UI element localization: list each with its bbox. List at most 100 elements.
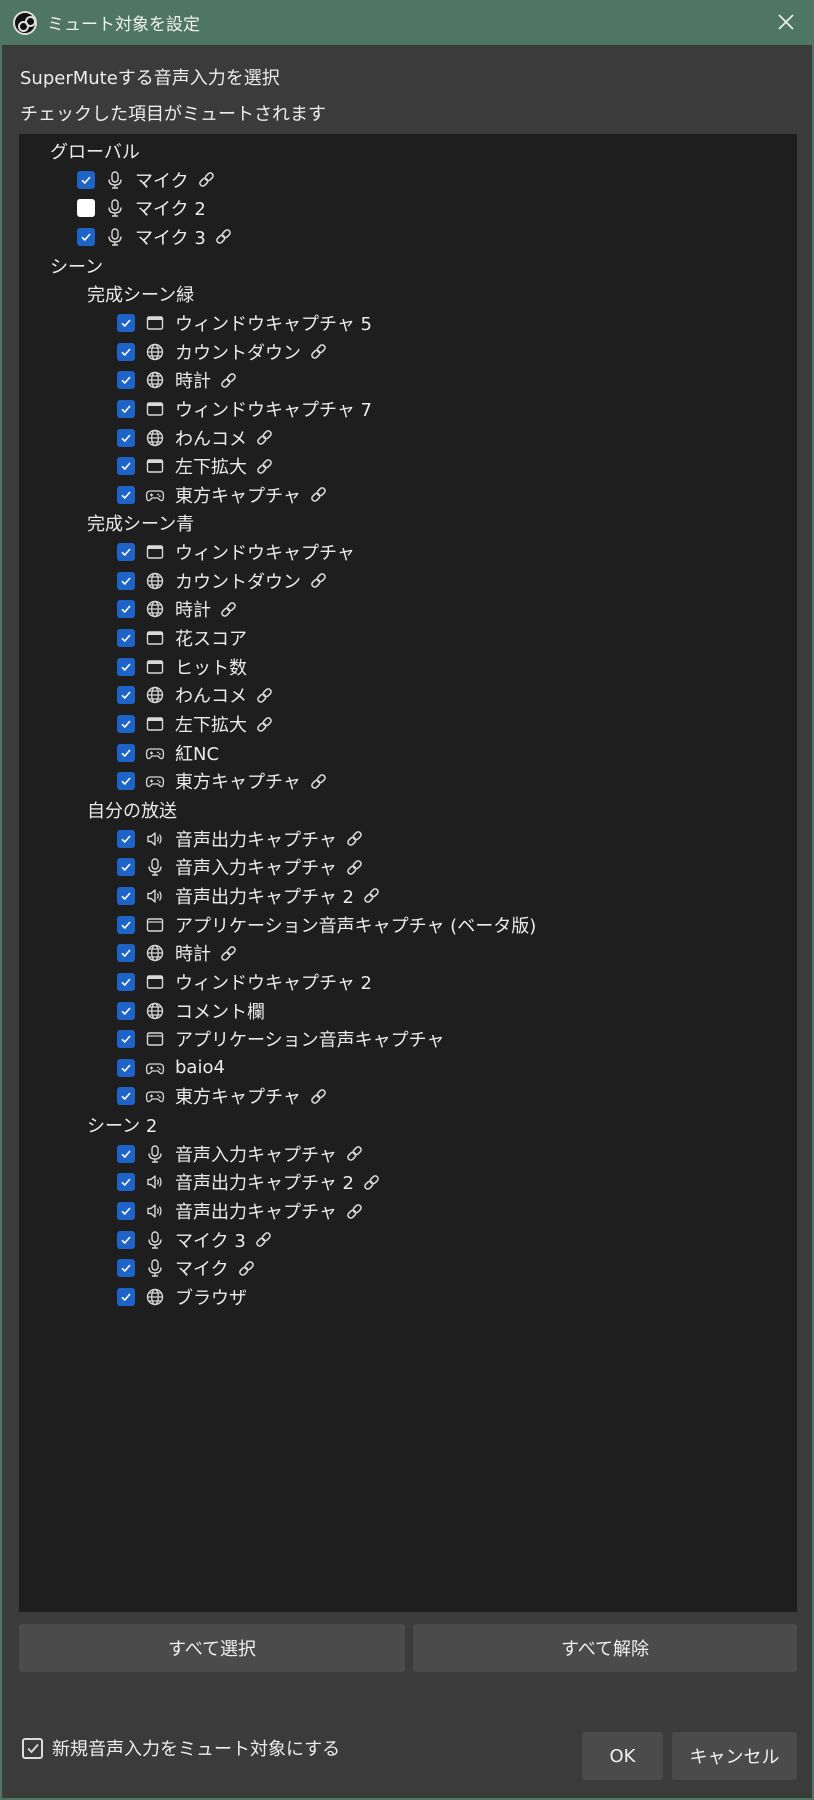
source-item[interactable]: わんコメ xyxy=(117,680,275,710)
source-label: 東方キャプチャ xyxy=(175,485,301,507)
close-icon xyxy=(778,14,794,30)
globe-icon xyxy=(144,570,166,592)
source-item[interactable]: 音声出力キャプチャ xyxy=(117,1196,365,1226)
source-item[interactable]: ウィンドウキャプチャ 5 xyxy=(117,308,372,338)
link-icon xyxy=(197,170,217,190)
source-checkbox[interactable] xyxy=(117,1288,135,1306)
source-item[interactable]: ウィンドウキャプチャ xyxy=(117,537,355,567)
source-item[interactable]: 花スコア xyxy=(117,623,247,653)
source-item[interactable]: 時計 xyxy=(117,594,239,624)
speaker-icon xyxy=(144,1200,166,1222)
source-checkbox[interactable] xyxy=(77,170,95,189)
source-item[interactable]: コメント欄 xyxy=(117,996,265,1026)
source-checkbox[interactable] xyxy=(117,457,135,476)
new-sources-option[interactable]: 新規音声入力をミュート対象にする xyxy=(22,1735,340,1761)
source-item[interactable]: baio4 xyxy=(117,1053,225,1083)
source-checkbox[interactable] xyxy=(117,543,135,562)
source-checkbox[interactable] xyxy=(117,858,135,877)
source-checkbox[interactable] xyxy=(117,657,135,676)
source-checkbox[interactable] xyxy=(117,371,135,390)
source-item[interactable]: マイク 2 xyxy=(77,193,206,223)
source-tree[interactable]: グローバル マイク マイク 2 マイク 3 シーン 完成シーン緑 ウィンドウキャプチャ 5カ… xyxy=(19,134,797,1612)
source-label: baio4 xyxy=(175,1057,225,1079)
source-item[interactable]: 東方キャプチャ xyxy=(117,480,329,510)
source-item[interactable]: 時計 xyxy=(117,365,239,395)
source-item[interactable]: マイク 3 xyxy=(77,222,234,252)
source-label: 音声出力キャプチャ xyxy=(175,829,337,851)
source-item[interactable]: カウントダウン xyxy=(117,337,329,367)
link-icon xyxy=(309,485,329,505)
select-all-button[interactable]: すべて選択 xyxy=(19,1624,405,1672)
source-checkbox[interactable] xyxy=(77,227,95,246)
source-checkbox[interactable] xyxy=(117,1173,135,1192)
deselect-all-button[interactable]: すべて解除 xyxy=(413,1624,797,1672)
source-label: 音声入力キャプチャ xyxy=(175,858,337,880)
source-checkbox[interactable] xyxy=(117,1144,135,1163)
tree-group-scenes[interactable]: シーン xyxy=(50,251,103,281)
tree-scene[interactable]: 完成シーン青 xyxy=(87,508,194,538)
source-item[interactable]: 左下拡大 xyxy=(117,709,275,739)
close-button[interactable] xyxy=(774,10,798,34)
source-item[interactable]: 紅NC xyxy=(117,738,219,768)
source-item[interactable]: 音声入力キャプチャ xyxy=(117,852,365,882)
source-checkbox[interactable] xyxy=(117,1202,135,1221)
tree-scene[interactable]: 自分の放送 xyxy=(87,795,177,825)
source-item[interactable]: マイク xyxy=(117,1253,257,1283)
gamepad-icon xyxy=(144,1057,166,1079)
source-checkbox[interactable] xyxy=(117,571,135,590)
source-checkbox[interactable] xyxy=(117,1230,135,1249)
source-checkbox[interactable] xyxy=(117,944,135,963)
source-item[interactable]: ウィンドウキャプチャ 2 xyxy=(117,967,372,997)
source-item[interactable]: 東方キャプチャ xyxy=(117,1081,329,1111)
source-checkbox[interactable] xyxy=(117,1058,135,1077)
source-checkbox[interactable] xyxy=(117,399,135,418)
tree-scene[interactable]: 完成シーン緑 xyxy=(87,279,194,309)
source-checkbox[interactable] xyxy=(117,1001,135,1020)
mic-icon xyxy=(104,197,126,219)
source-checkbox[interactable] xyxy=(117,829,135,848)
source-item[interactable]: 時計 xyxy=(117,938,239,968)
source-item[interactable]: カウントダウン xyxy=(117,566,329,596)
source-item[interactable]: ウィンドウキャプチャ 7 xyxy=(117,394,372,424)
source-label: コメント欄 xyxy=(175,1001,265,1023)
source-item[interactable]: ヒット数 xyxy=(117,652,247,682)
source-checkbox[interactable] xyxy=(117,1259,135,1278)
source-checkbox[interactable] xyxy=(117,629,135,648)
source-checkbox[interactable] xyxy=(117,715,135,733)
source-checkbox[interactable] xyxy=(117,1087,135,1106)
source-checkbox[interactable] xyxy=(117,915,135,934)
source-item[interactable]: わんコメ xyxy=(117,423,275,453)
source-item[interactable]: 音声出力キャプチャ xyxy=(117,824,365,854)
source-item[interactable]: ブラウザ xyxy=(117,1282,247,1312)
source-checkbox[interactable] xyxy=(117,972,135,991)
source-item[interactable]: 音声出力キャプチャ 2 xyxy=(117,881,382,911)
source-item[interactable]: アプリケーション音声キャプチャ xyxy=(117,1024,444,1054)
source-checkbox[interactable] xyxy=(117,600,135,619)
source-item[interactable]: 東方キャプチャ xyxy=(117,766,329,796)
source-checkbox[interactable] xyxy=(117,743,135,762)
tree-scene[interactable]: シーン 2 xyxy=(87,1110,157,1140)
source-checkbox[interactable] xyxy=(117,342,135,361)
source-label: ブラウザ xyxy=(175,1288,247,1309)
source-item[interactable]: 左下拡大 xyxy=(117,451,275,481)
source-checkbox[interactable] xyxy=(117,313,135,332)
gamepad-icon xyxy=(144,770,166,792)
source-item[interactable]: マイク xyxy=(77,165,217,195)
source-checkbox[interactable] xyxy=(117,428,135,447)
ok-button[interactable]: OK xyxy=(582,1732,663,1780)
source-item[interactable]: アプリケーション音声キャプチャ (ベータ版) xyxy=(117,910,536,940)
source-label: ウィンドウキャプチャ xyxy=(175,543,355,565)
cancel-button[interactable]: キャンセル xyxy=(672,1732,797,1780)
source-checkbox[interactable] xyxy=(117,485,135,504)
source-checkbox[interactable] xyxy=(117,1030,135,1049)
source-item[interactable]: 音声入力キャプチャ xyxy=(117,1139,365,1169)
tree-group-global[interactable]: グローバル xyxy=(50,136,140,166)
source-checkbox[interactable] xyxy=(77,199,95,218)
source-checkbox[interactable] xyxy=(117,772,135,791)
window-icon xyxy=(144,455,166,477)
source-checkbox[interactable] xyxy=(117,886,135,905)
source-item[interactable]: マイク 3 xyxy=(117,1225,274,1255)
new-sources-checkbox[interactable] xyxy=(22,1737,43,1759)
source-checkbox[interactable] xyxy=(117,686,135,705)
source-item[interactable]: 音声出力キャプチャ 2 xyxy=(117,1167,382,1197)
